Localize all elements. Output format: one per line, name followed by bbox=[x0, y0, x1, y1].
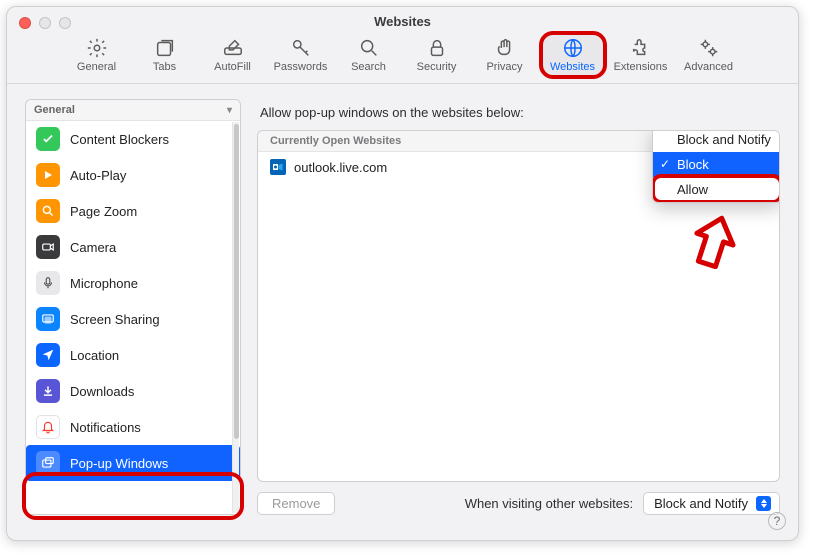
bell-icon bbox=[36, 415, 60, 439]
camera-icon bbox=[36, 235, 60, 259]
lock-icon bbox=[426, 37, 448, 59]
maximize-window-button[interactable] bbox=[59, 17, 71, 29]
settings-sidebar: General ▾ Content Blockers Auto-Play Pag… bbox=[25, 99, 241, 515]
key-icon bbox=[290, 37, 312, 59]
sidebar-item-popup-windows[interactable]: Pop-up Windows bbox=[26, 445, 240, 481]
sidebar-item-microphone[interactable]: Microphone bbox=[26, 265, 240, 301]
tab-search[interactable]: Search bbox=[339, 35, 399, 75]
tab-extensions[interactable]: Extensions bbox=[611, 35, 671, 75]
screen-sharing-icon bbox=[36, 307, 60, 331]
download-icon bbox=[36, 379, 60, 403]
tab-websites[interactable]: Websites bbox=[543, 35, 603, 75]
popup-windows-icon bbox=[36, 451, 60, 475]
tab-tabs[interactable]: Tabs bbox=[135, 35, 195, 75]
panel-intro-text: Allow pop-up windows on the websites bel… bbox=[257, 99, 780, 130]
sidebar-item-content-blockers[interactable]: Content Blockers bbox=[26, 121, 240, 157]
globe-icon bbox=[562, 37, 584, 59]
dropdown-option-block-notify[interactable]: Block and Notify bbox=[653, 130, 780, 152]
microphone-icon bbox=[36, 271, 60, 295]
tab-general[interactable]: General bbox=[67, 35, 127, 75]
sidebar-item-screen-sharing[interactable]: Screen Sharing bbox=[26, 301, 240, 337]
tab-advanced[interactable]: Advanced bbox=[679, 35, 739, 75]
sidebar-item-auto-play[interactable]: Auto-Play bbox=[26, 157, 240, 193]
window-title: Websites bbox=[7, 7, 798, 29]
sidebar-item-notifications[interactable]: Notifications bbox=[26, 409, 240, 445]
chevron-down-icon: ▾ bbox=[227, 105, 232, 116]
preferences-toolbar: General Tabs AutoFill Passwords Search S… bbox=[7, 29, 798, 84]
dropdown-option-allow[interactable]: Allow bbox=[653, 177, 780, 202]
gears-icon bbox=[698, 37, 720, 59]
website-domain: outlook.live.com bbox=[294, 160, 387, 175]
sidebar-scrollbar[interactable] bbox=[232, 122, 239, 513]
permission-dropdown-menu: Block and Notify Block Allow bbox=[652, 130, 780, 203]
traffic-lights bbox=[19, 17, 71, 29]
minimize-window-button[interactable] bbox=[39, 17, 51, 29]
sidebar-item-downloads[interactable]: Downloads bbox=[26, 373, 240, 409]
preferences-window: Websites General Tabs AutoFill Passwords… bbox=[6, 6, 799, 541]
sidebar-item-page-zoom[interactable]: Page Zoom bbox=[26, 193, 240, 229]
location-icon bbox=[36, 343, 60, 367]
default-permission-select[interactable]: Block and Notify bbox=[643, 492, 780, 515]
main-panel: Allow pop-up windows on the websites bel… bbox=[257, 99, 780, 515]
play-icon bbox=[36, 163, 60, 187]
hand-icon bbox=[494, 37, 516, 59]
dropdown-option-block[interactable]: Block bbox=[653, 152, 780, 177]
search-icon bbox=[358, 37, 380, 59]
help-button[interactable]: ? bbox=[768, 512, 786, 530]
websites-listbox: Currently Open Websites outlook.live.com… bbox=[257, 130, 780, 482]
sidebar-items: Content Blockers Auto-Play Page Zoom Cam… bbox=[26, 121, 240, 514]
sidebar-item-location[interactable]: Location bbox=[26, 337, 240, 373]
tab-autofill[interactable]: AutoFill bbox=[203, 35, 263, 75]
annotation-arrow-icon bbox=[691, 215, 737, 274]
tab-security[interactable]: Security bbox=[407, 35, 467, 75]
gear-icon bbox=[86, 37, 108, 59]
sidebar-item-camera[interactable]: Camera bbox=[26, 229, 240, 265]
footer-label: When visiting other websites: bbox=[465, 496, 633, 511]
zoom-icon bbox=[36, 199, 60, 223]
shield-check-icon bbox=[36, 127, 60, 151]
tab-privacy[interactable]: Privacy bbox=[475, 35, 535, 75]
remove-button[interactable]: Remove bbox=[257, 492, 335, 515]
outlook-favicon-icon bbox=[270, 159, 286, 175]
select-stepper-icon bbox=[756, 496, 771, 511]
pencil-field-icon bbox=[222, 37, 244, 59]
tab-passwords[interactable]: Passwords bbox=[271, 35, 331, 75]
close-window-button[interactable] bbox=[19, 17, 31, 29]
sidebar-section-header[interactable]: General ▾ bbox=[26, 100, 240, 121]
panel-footer: Remove When visiting other websites: Blo… bbox=[257, 482, 780, 515]
puzzle-icon bbox=[630, 37, 652, 59]
tabs-icon bbox=[154, 37, 176, 59]
